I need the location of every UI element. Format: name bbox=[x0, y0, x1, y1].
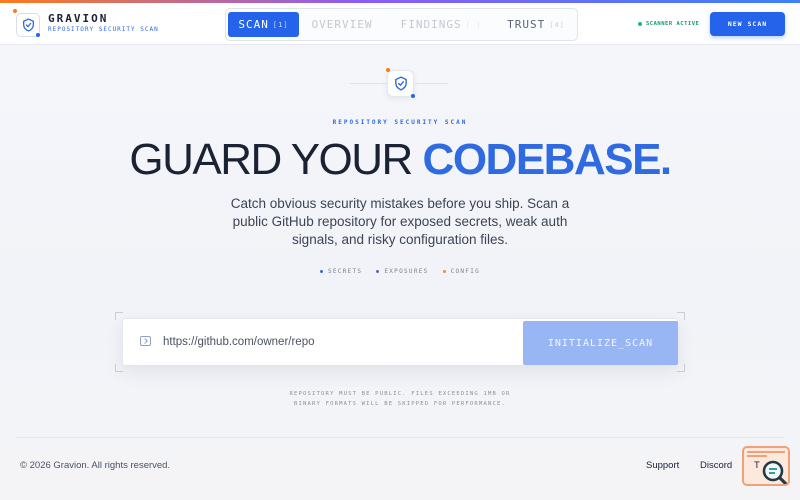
hero-description: Catch obvious security mistakes before y… bbox=[230, 196, 570, 247]
tag-label: CONFIG bbox=[450, 268, 481, 275]
tab-overview-label: OVERVIEW bbox=[311, 18, 373, 31]
footer-link-support[interactable]: Support bbox=[646, 460, 679, 471]
tag-label: EXPOSURES bbox=[384, 268, 429, 275]
tab-overview[interactable]: OVERVIEW bbox=[299, 12, 385, 37]
magnifier-icon bbox=[762, 460, 788, 484]
footer-divider bbox=[16, 437, 784, 438]
hero-dot-blue bbox=[411, 94, 415, 98]
scanner-status: SCANNER ACTIVE bbox=[638, 21, 699, 27]
tab-trust-index: [4] bbox=[549, 20, 565, 29]
disclaimer-line-1: REPOSITORY MUST BE PUBLIC. FILES EXCEEDI… bbox=[289, 391, 511, 397]
tag-dot-icon bbox=[376, 270, 380, 273]
tag-config: CONFIG bbox=[442, 268, 481, 275]
repo-url-input[interactable] bbox=[163, 331, 513, 353]
tab-findings-index: [ ] bbox=[465, 20, 482, 29]
widget-bar bbox=[747, 451, 785, 453]
frame-corner bbox=[115, 364, 123, 372]
brand-logo[interactable] bbox=[13, 9, 40, 37]
brand-name: GRAVION bbox=[48, 12, 109, 25]
copyright-text: © 2026 Gravion. All rights reserved. bbox=[20, 460, 171, 471]
scan-disclaimer: REPOSITORY MUST BE PUBLIC. FILES EXCEEDI… bbox=[0, 389, 800, 409]
tag-secrets: SECRETS bbox=[319, 268, 363, 275]
feature-tags: SECRETS EXPOSURES CONFIG bbox=[0, 268, 800, 275]
headline-plain: GUARD YOUR bbox=[129, 135, 423, 184]
tag-label: SECRETS bbox=[327, 268, 363, 275]
tag-dot-icon bbox=[319, 270, 323, 273]
shield-check-icon bbox=[22, 18, 34, 32]
logo-dot-blue bbox=[36, 33, 40, 37]
widget-bar bbox=[747, 455, 767, 457]
tab-findings-label: FINDINGS bbox=[400, 18, 462, 31]
status-dot-icon bbox=[638, 22, 642, 26]
hero-shield bbox=[386, 68, 415, 98]
tab-scan-index: [1] bbox=[272, 20, 289, 29]
scan-form: INITIALIZE_SCAN bbox=[122, 318, 678, 366]
brand-subtitle: REPOSITORY SECURITY SCAN bbox=[48, 26, 159, 33]
shield-check-icon bbox=[394, 76, 407, 91]
initialize-scan-button[interactable]: INITIALIZE_SCAN bbox=[523, 321, 678, 365]
hero-divider-left bbox=[350, 83, 386, 84]
tab-trust-label: TRUST bbox=[507, 18, 546, 31]
tag-exposures: EXPOSURES bbox=[376, 268, 428, 275]
tab-findings[interactable]: FINDINGS [ ] bbox=[385, 12, 497, 37]
top-header: GRAVION REPOSITORY SECURITY SCAN SCAN [1… bbox=[0, 3, 800, 45]
disclaimer-line-2: BINARY FORMATS WILL BE SKIPPED FOR PERFO… bbox=[293, 401, 507, 407]
hero-divider-right bbox=[415, 83, 448, 84]
logo-dot-orange bbox=[13, 9, 17, 13]
tag-dot-icon bbox=[442, 270, 446, 273]
tab-scan-label: SCAN bbox=[238, 18, 269, 31]
frame-corner bbox=[677, 364, 685, 372]
tab-trust[interactable]: TRUST [4] bbox=[497, 12, 575, 37]
footer-link-partial: T bbox=[754, 460, 760, 471]
frame-corner bbox=[677, 312, 685, 320]
floating-widget[interactable]: T bbox=[742, 446, 790, 486]
status-label: SCANNER ACTIVE bbox=[646, 21, 700, 27]
new-scan-button[interactable]: NEW SCAN bbox=[710, 12, 785, 36]
headline-accent: CODEBASE. bbox=[422, 135, 673, 184]
terminal-icon bbox=[140, 336, 151, 346]
footer-link-discord[interactable]: Discord bbox=[700, 460, 732, 471]
hero-eyebrow: REPOSITORY SECURITY SCAN bbox=[332, 119, 468, 126]
hero-dot-orange bbox=[386, 68, 390, 72]
page-title: GUARD YOUR CODEBASE. bbox=[0, 135, 800, 185]
main-nav: SCAN [1] OVERVIEW FINDINGS [ ] TRUST [4] bbox=[225, 8, 578, 41]
tab-scan[interactable]: SCAN [1] bbox=[228, 12, 299, 37]
